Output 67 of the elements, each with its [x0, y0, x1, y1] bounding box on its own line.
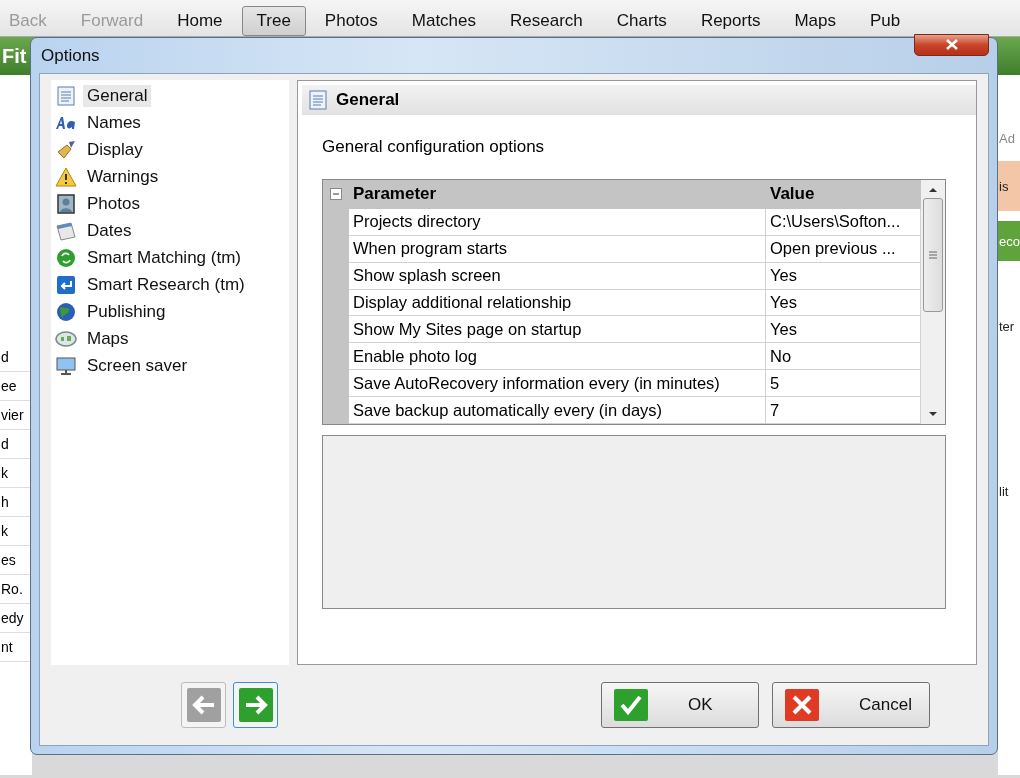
scroll-down-icon [928, 410, 938, 418]
toolbar-button[interactable]: Maps [779, 6, 851, 36]
collapse-button[interactable] [330, 188, 342, 201]
category-item[interactable]: Maps [83, 327, 133, 350]
parameter-cell: Enable photo log [349, 343, 766, 371]
recycle-icon [55, 247, 77, 268]
value-cell[interactable]: 7 [766, 397, 921, 424]
check-icon [614, 689, 648, 721]
toolbar-button[interactable]: Pub [855, 6, 916, 36]
column-header: Parameter [352, 183, 438, 206]
letters-icon [55, 114, 77, 131]
scrollbar[interactable] [921, 180, 945, 424]
parameter-cell: Save backup automatically every (in days) [349, 397, 766, 424]
background-text: is [998, 161, 1020, 211]
parameter-cell: When program starts [349, 235, 766, 263]
parameter-cell: Projects directory [349, 208, 766, 236]
parameter-cell: Show My Sites page on startup [349, 316, 766, 344]
value-cell[interactable]: Open previous ... [766, 235, 921, 263]
parameter-cell: Save AutoRecovery information every (in minutes) [349, 370, 766, 398]
page-icon [308, 90, 328, 110]
value-cell[interactable]: C:\Users\Softon... [766, 208, 921, 236]
category-item[interactable]: Publishing [83, 300, 170, 323]
toolbar-button[interactable]: Reports [685, 6, 776, 36]
category-item[interactable]: General [83, 84, 152, 107]
toolbar-button[interactable]: Photos [309, 6, 393, 36]
panel-title: General [336, 90, 400, 110]
column-header: Value [769, 183, 816, 206]
calendar-icon [55, 220, 77, 241]
parameter-cell: Show splash screen [349, 262, 766, 290]
close-button[interactable] [914, 33, 989, 56]
portrait-icon [55, 193, 77, 214]
category-item[interactable]: Smart Matching (tm) [83, 246, 245, 269]
toolbar-button[interactable]: Home [162, 6, 238, 36]
ok-button[interactable]: OK [601, 682, 759, 728]
category-item[interactable]: Display [83, 138, 147, 161]
category-item[interactable]: Names [83, 111, 145, 134]
category-item[interactable]: Dates [83, 219, 136, 242]
warning-icon [55, 166, 77, 187]
toolbar-button[interactable]: Matches [396, 6, 492, 36]
parameter-cell: Display additional relationship [349, 289, 766, 317]
forward-button[interactable] [233, 682, 278, 728]
toolbar-button[interactable]: Tree [241, 6, 306, 36]
scroll-up-icon [928, 186, 938, 194]
value-cell[interactable]: Yes [766, 262, 921, 290]
cancel-button[interactable]: Cancel [772, 682, 930, 728]
toolbar-button[interactable]: Charts [601, 6, 682, 36]
grip-icon [929, 251, 937, 259]
value-cell[interactable]: Yes [766, 316, 921, 344]
page-icon [55, 85, 77, 106]
value-cell[interactable]: No [766, 343, 921, 371]
value-cell[interactable]: Yes [766, 289, 921, 317]
category-item[interactable]: Warnings [83, 165, 163, 188]
category-item[interactable]: Smart Research (tm) [83, 273, 249, 296]
category-item[interactable]: Screen saver [83, 354, 192, 377]
window-title: Options [40, 45, 100, 66]
close-icon [945, 39, 958, 50]
description-text: General configuration options [322, 137, 546, 158]
x-icon [785, 689, 819, 721]
globe-icon [55, 301, 77, 322]
header-title: Fit [2, 44, 27, 68]
brush-icon [55, 139, 77, 160]
background-text: eco [998, 221, 1020, 261]
value-cell[interactable]: 5 [766, 370, 921, 398]
toolbar-button[interactable]: Research [495, 6, 598, 36]
monitor-icon [55, 355, 77, 376]
category-item[interactable]: Photos [83, 192, 144, 215]
map-icon [55, 329, 77, 348]
